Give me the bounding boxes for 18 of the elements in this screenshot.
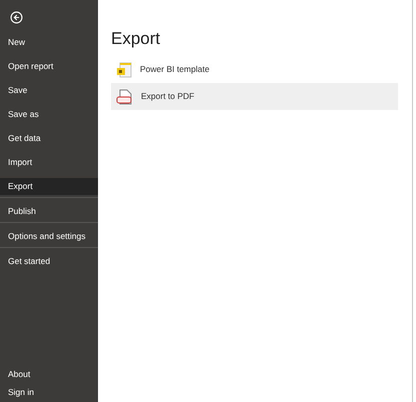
menu-item[interactable]: Export bbox=[0, 178, 98, 196]
menu-item[interactable]: About bbox=[0, 366, 98, 384]
menu-item[interactable]: Get data bbox=[0, 130, 98, 148]
export-option[interactable]: Export to PDF bbox=[111, 83, 398, 110]
menu-item[interactable]: Sign in bbox=[0, 383, 98, 401]
menu-item[interactable]: Get started bbox=[0, 252, 98, 270]
back-button[interactable] bbox=[8, 9, 24, 25]
menu-item[interactable]: Import bbox=[0, 154, 98, 172]
page-title: Export bbox=[111, 28, 162, 50]
export-option[interactable]: Power BI template bbox=[111, 56, 398, 83]
menu-item[interactable]: Save bbox=[0, 82, 98, 100]
menu-item[interactable]: Save as bbox=[0, 106, 98, 124]
menu-item[interactable]: Options and settings bbox=[0, 228, 98, 246]
menu-item[interactable]: Open report bbox=[0, 58, 98, 76]
pdf-file-icon bbox=[116, 88, 133, 104]
menu-item[interactable]: Publish bbox=[0, 202, 98, 220]
template-file-icon bbox=[116, 62, 132, 78]
menu-item[interactable]: New bbox=[0, 34, 98, 52]
